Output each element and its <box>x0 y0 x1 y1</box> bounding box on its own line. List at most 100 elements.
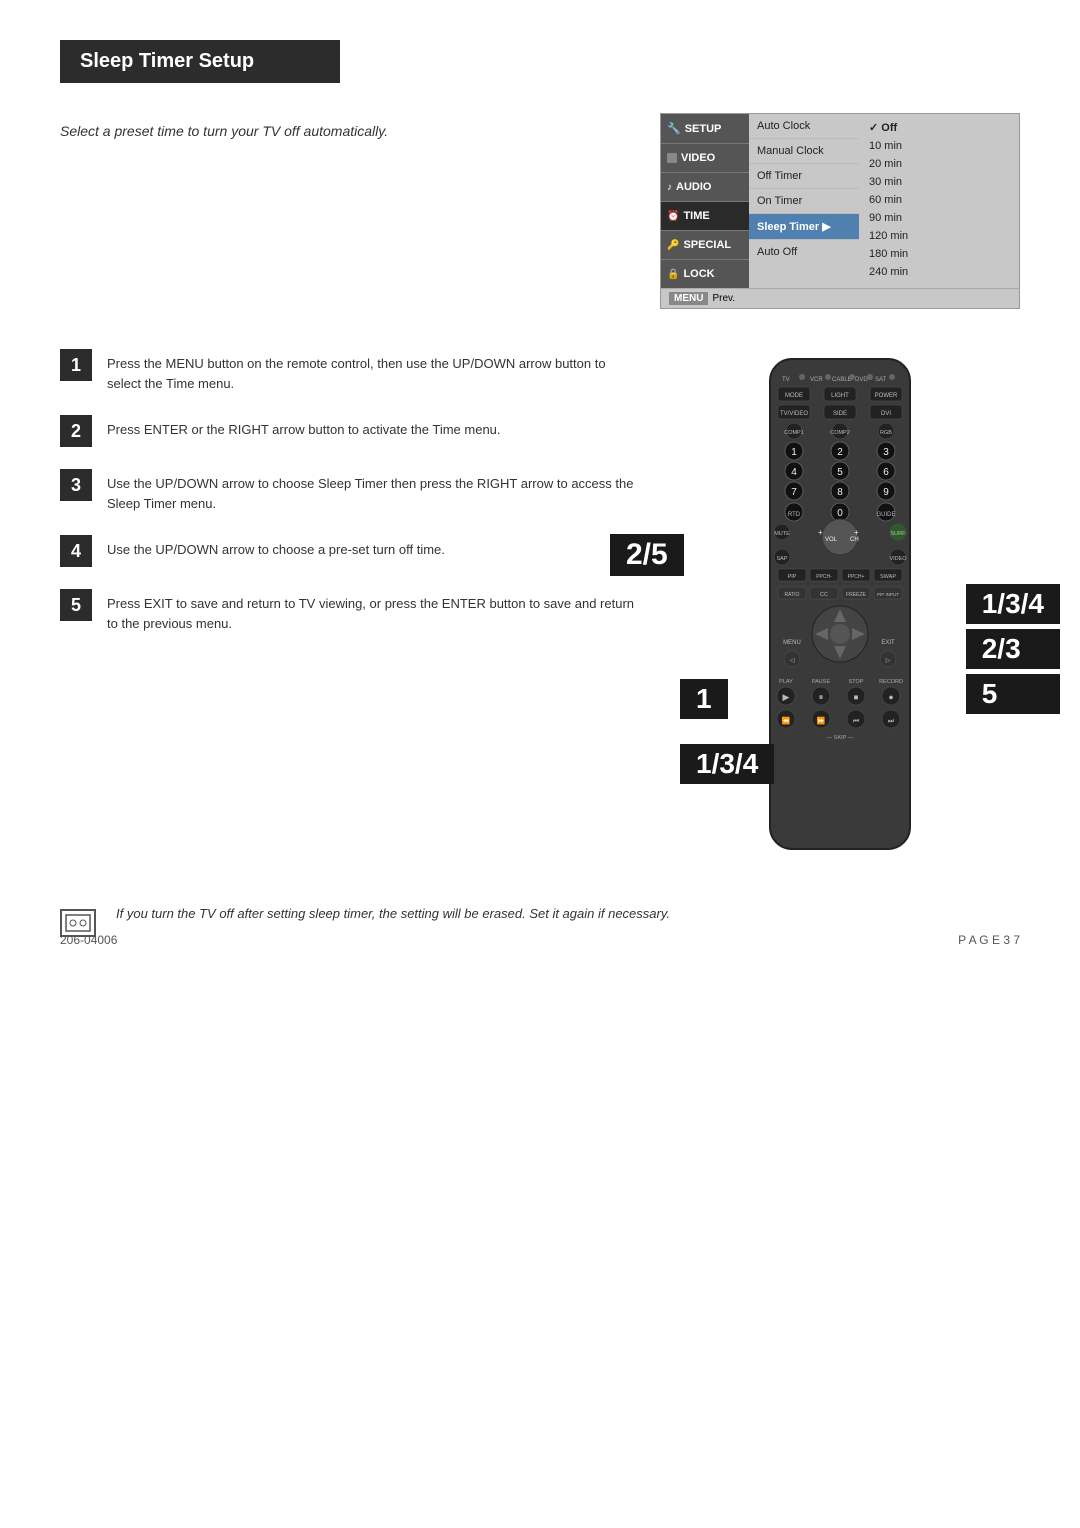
svg-text:CH: CH <box>850 537 859 543</box>
badge-1: 1 <box>680 679 728 719</box>
badge-2-5-label: 2/5 <box>610 534 684 576</box>
svg-text:SWAP: SWAP <box>880 574 896 580</box>
step-3-row: 3 Use the UP/DOWN arrow to choose Sleep … <box>60 469 640 513</box>
svg-text:3: 3 <box>883 447 889 458</box>
svg-text:PLAY: PLAY <box>779 679 793 685</box>
svg-text:⏩: ⏩ <box>817 716 826 725</box>
tv-menu-options: Auto Clock Manual Clock Off Timer On Tim… <box>749 114 859 288</box>
svg-text:CC: CC <box>820 592 828 598</box>
svg-text:SAT: SAT <box>875 377 887 383</box>
step-5-text: Press EXIT to save and return to TV view… <box>107 589 640 633</box>
svg-text:DVD: DVD <box>855 377 868 383</box>
wrench-icon: 🔧 <box>667 122 681 135</box>
svg-text:▷: ▷ <box>886 658 891 664</box>
svg-text:PPCH-: PPCH- <box>816 574 832 580</box>
svg-text:PIP INPUT: PIP INPUT <box>877 592 899 597</box>
opt-on-timer: On Timer <box>749 189 859 214</box>
opt-sleep-timer: Sleep Timer ▶ <box>749 214 859 240</box>
badge-bottom-1-3-4-label: 1/3/4 <box>680 744 774 784</box>
svg-text:SURF: SURF <box>891 531 907 537</box>
page-footer: 206-04006 P A G E 3 7 <box>60 933 1020 947</box>
remote-svg: TV VCR CABLE DVD SAT MODE LIGHT <box>750 349 930 869</box>
svg-text:+: + <box>818 528 823 537</box>
svg-text:⏭: ⏭ <box>888 718 895 725</box>
svg-text:MUTE: MUTE <box>774 531 790 537</box>
svg-text:⏮: ⏮ <box>853 718 859 725</box>
clock-icon: ⏰ <box>667 211 679 222</box>
val-60min: 60 min <box>865 191 1013 209</box>
nav-video: VIDEO <box>661 144 749 173</box>
svg-text:RTD: RTD <box>788 512 801 518</box>
step-1-text: Press the MENU button on the remote cont… <box>107 349 640 393</box>
badge-2-5: 2/5 <box>610 534 684 576</box>
footer-right: P A G E 3 7 <box>958 933 1020 947</box>
svg-text:EXIT: EXIT <box>881 640 895 646</box>
nav-setup: 🔧 SETUP <box>661 114 749 144</box>
step-4-row: 4 Use the UP/DOWN arrow to choose a pre-… <box>60 535 640 567</box>
step-3-badge: 3 <box>60 469 92 501</box>
svg-text:RATIO: RATIO <box>785 592 800 598</box>
svg-text:TV/VIDEO: TV/VIDEO <box>780 411 808 417</box>
val-off: Off <box>865 118 1013 137</box>
svg-text:8: 8 <box>837 487 843 498</box>
svg-text:FREEZE: FREEZE <box>846 592 866 598</box>
nav-time: ⏰ TIME <box>661 202 749 231</box>
step-2-row: 2 Press ENTER or the RIGHT arrow button … <box>60 415 640 447</box>
svg-text:LIGHT: LIGHT <box>831 393 849 399</box>
badge-right-group: 1/3/4 2/3 5 <box>966 584 1060 714</box>
tv-menu-values: Off 10 min 20 min 30 min 60 min 90 min 1… <box>859 114 1019 288</box>
remote-control: TV VCR CABLE DVD SAT MODE LIGHT <box>750 349 930 874</box>
svg-text:TV: TV <box>782 377 790 383</box>
badge-1-3-4-label: 1/3/4 <box>966 584 1060 624</box>
step-4-badge: 4 <box>60 535 92 567</box>
badge-2-3-label: 2/3 <box>966 629 1060 669</box>
tv-menu: 🔧 SETUP VIDEO ♪ AUDIO ⏰ TIME <box>660 113 1020 309</box>
note-text: If you turn the TV off after setting sle… <box>116 904 670 924</box>
opt-auto-clock: Auto Clock <box>749 114 859 139</box>
nav-special-label: SPECIAL <box>683 239 731 251</box>
opt-auto-off: Auto Off <box>749 240 859 264</box>
prev-label: Prev. <box>712 293 735 304</box>
svg-text:VCR: VCR <box>810 377 823 383</box>
step-1-badge: 1 <box>60 349 92 381</box>
step-5-badge: 5 <box>60 589 92 621</box>
step-2-badge: 2 <box>60 415 92 447</box>
svg-text:PPCH+: PPCH+ <box>848 574 865 580</box>
svg-text:⏹: ⏹ <box>854 692 859 702</box>
svg-text:0: 0 <box>837 508 843 519</box>
step-5-row: 5 Press EXIT to save and return to TV vi… <box>60 589 640 633</box>
nav-lock: 🔒 LOCK <box>661 260 749 288</box>
lock-icon: 🔒 <box>667 269 679 280</box>
svg-text:— SKIP —: — SKIP — <box>827 735 854 741</box>
step-3-text: Use the UP/DOWN arrow to choose Sleep Ti… <box>107 469 640 513</box>
val-30min: 30 min <box>865 173 1013 191</box>
svg-text:▶: ▶ <box>783 692 790 702</box>
svg-text:SAP: SAP <box>776 556 787 562</box>
svg-text:2: 2 <box>837 447 843 458</box>
step-2-text: Press ENTER or the RIGHT arrow button to… <box>107 415 501 440</box>
svg-text:COMP2: COMP2 <box>830 430 850 436</box>
svg-text:GUIDE: GUIDE <box>876 512 895 518</box>
val-120min: 120 min <box>865 227 1013 245</box>
svg-text:STOP: STOP <box>849 679 864 685</box>
svg-text:RECORD: RECORD <box>879 679 903 685</box>
svg-text:5: 5 <box>837 467 843 478</box>
steps-container: 1 Press the MENU button on the remote co… <box>60 349 640 655</box>
val-180min: 180 min <box>865 245 1013 263</box>
svg-text:MENU: MENU <box>783 640 801 646</box>
note-icon: ♪ <box>667 182 672 193</box>
opt-manual-clock: Manual Clock <box>749 139 859 164</box>
svg-text:COMP1: COMP1 <box>784 430 804 436</box>
val-240min: 240 min <box>865 263 1013 281</box>
svg-text:⏪: ⏪ <box>782 716 791 725</box>
svg-text:◁: ◁ <box>790 658 795 664</box>
val-90min: 90 min <box>865 209 1013 227</box>
square-icon <box>667 153 677 163</box>
val-10min: 10 min <box>865 137 1013 155</box>
svg-text:4: 4 <box>791 467 797 478</box>
svg-text:MODE: MODE <box>785 393 803 399</box>
nav-special: 🔑 SPECIAL <box>661 231 749 260</box>
nav-lock-label: LOCK <box>683 268 714 280</box>
step-1-row: 1 Press the MENU button on the remote co… <box>60 349 640 393</box>
intro-text: Select a preset time to turn your TV off… <box>60 113 620 139</box>
